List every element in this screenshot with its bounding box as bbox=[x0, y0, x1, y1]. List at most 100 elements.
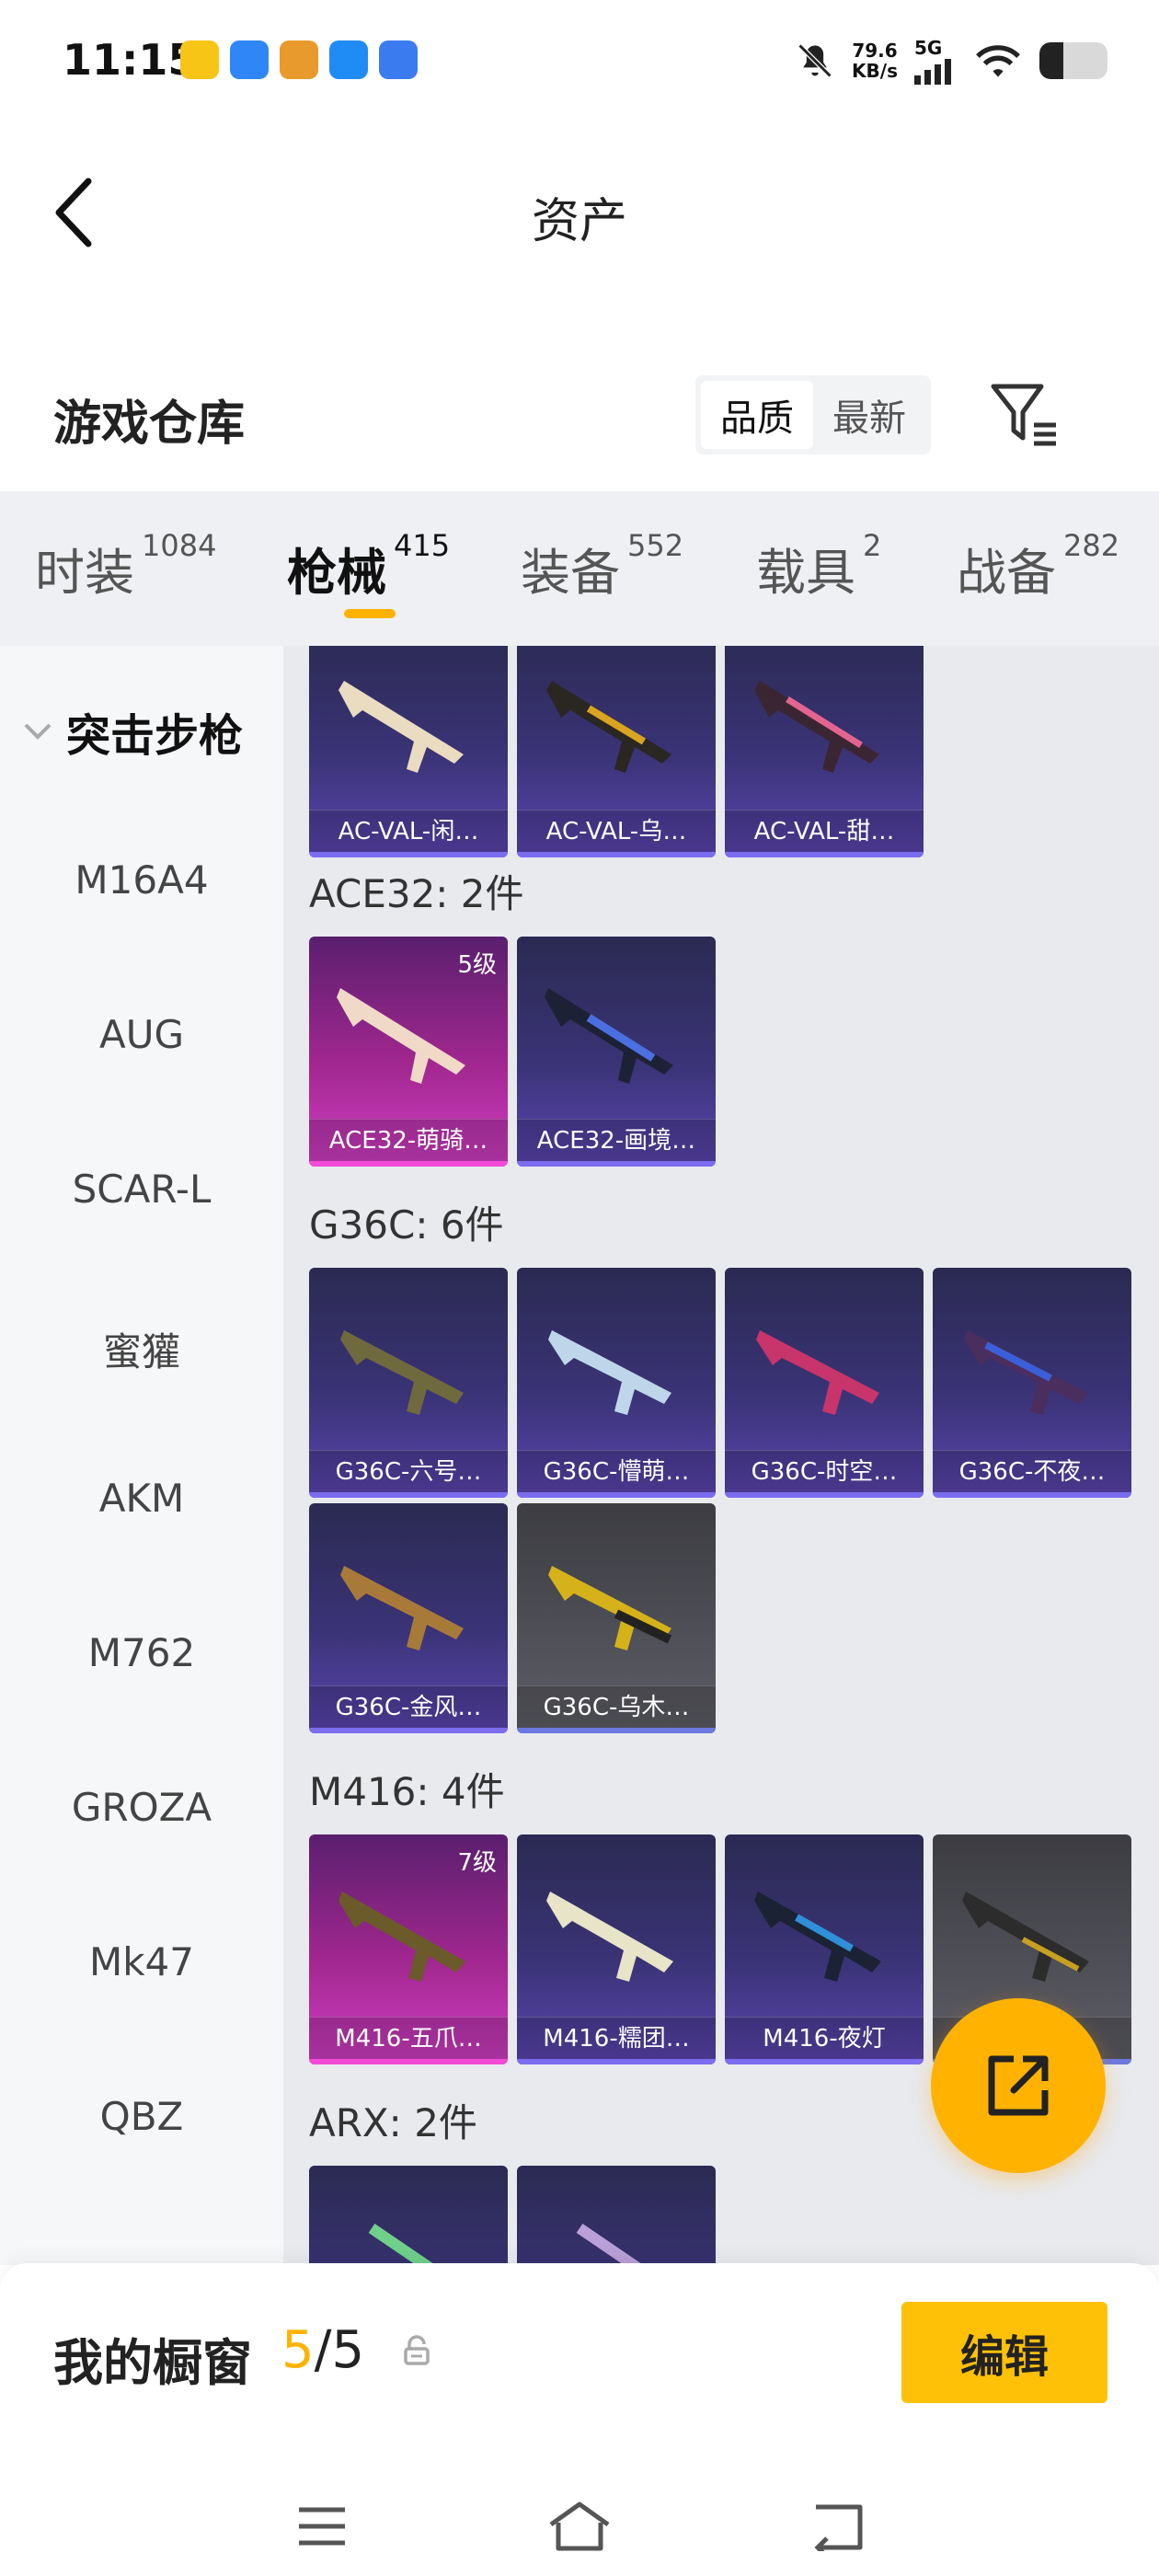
weapon-card-name: G36C-金风… bbox=[309, 1685, 508, 1728]
status-time: 11:15 bbox=[63, 35, 198, 85]
sort-option-quality[interactable]: 品质 bbox=[701, 381, 813, 449]
filter-button[interactable] bbox=[988, 377, 1061, 451]
rifle-icon bbox=[340, 1330, 464, 1415]
share-icon bbox=[988, 2055, 1049, 2116]
rifle-icon bbox=[368, 2224, 436, 2265]
menu-nav-button[interactable] bbox=[289, 2497, 355, 2556]
tab-count: 1084 bbox=[142, 528, 217, 563]
weapon-card[interactable] bbox=[309, 2166, 508, 2265]
menu-icon bbox=[299, 2507, 345, 2546]
tab-label: 载具 bbox=[756, 544, 855, 602]
showcase-title: 我的橱窗 bbox=[53, 2334, 252, 2392]
weapon-card-name: AC-VAL-甜… bbox=[725, 810, 924, 852]
weapon-card-name: M416-夜灯 bbox=[725, 2017, 924, 2059]
page: 11:15 79.6 KB/s 5G 资产 游戏仓库 品质 最新 时装 1084… bbox=[0, 0, 1159, 2576]
weapon-card[interactable]: G36C-时空… bbox=[725, 1268, 924, 1498]
sidebar-item-aug[interactable]: AUG bbox=[0, 1012, 283, 1057]
weapon-card[interactable]: 5级 ACE32-萌骑… bbox=[309, 937, 508, 1167]
sidebar-item-akm[interactable]: AKM bbox=[0, 1476, 283, 1521]
weapon-card[interactable]: G36C-不夜… bbox=[933, 1268, 1131, 1498]
rifle-icon bbox=[964, 1330, 1087, 1415]
home-nav-button[interactable] bbox=[546, 2497, 613, 2556]
category-tabs: 时装 1084 枪械 415 装备 552 载具 2 战备 282 bbox=[0, 491, 1159, 646]
share-fab-button[interactable] bbox=[931, 1998, 1106, 2173]
weapon-card-name: G36C-乌木… bbox=[517, 1685, 716, 1728]
status-bar: 11:15 79.6 KB/s 5G bbox=[0, 0, 1159, 125]
weapon-card-level: 5级 bbox=[457, 951, 497, 979]
weapon-card[interactable]: AC-VAL-闲… bbox=[309, 646, 508, 857]
edit-button[interactable]: 编辑 bbox=[901, 2302, 1107, 2403]
weapon-card[interactable]: ACE32-画境… bbox=[517, 937, 716, 1167]
showcase-panel: 我的橱窗 5/5 编辑 bbox=[0, 2263, 1159, 2576]
tab-label: 战备 bbox=[957, 544, 1056, 602]
back-nav-button[interactable] bbox=[804, 2497, 870, 2556]
rifle-icon bbox=[754, 681, 879, 773]
net-speed: 79.6 KB/s bbox=[852, 40, 898, 81]
net-type: 5G bbox=[914, 37, 943, 59]
app-notification-icon bbox=[379, 40, 418, 79]
weapon-card[interactable]: AC-VAL-甜… bbox=[725, 646, 924, 857]
filter-icon bbox=[991, 384, 1056, 446]
warehouse-row: 游戏仓库 品质 最新 bbox=[0, 368, 1159, 469]
weapon-card[interactable]: AC-VAL-乌… bbox=[517, 646, 716, 857]
chevron-down-icon bbox=[24, 723, 52, 740]
tab-supplies[interactable]: 战备 282 bbox=[957, 528, 1119, 604]
group-title-arx: ARX: 2件 bbox=[309, 2100, 477, 2145]
sidebar-item-m16a4[interactable]: M16A4 bbox=[0, 857, 283, 903]
tab-vehicles[interactable]: 载具 2 bbox=[756, 528, 881, 604]
weapon-card-name: ACE32-画境… bbox=[517, 1119, 716, 1161]
signal-group: 5G bbox=[914, 37, 957, 85]
tab-firearms[interactable]: 枪械 415 bbox=[287, 528, 450, 604]
weapon-card[interactable]: 7级 M416-五爪… bbox=[309, 1834, 508, 2064]
rifle-icon bbox=[548, 1566, 672, 1650]
weapon-card-name: M416-糯团… bbox=[517, 2017, 716, 2059]
notification-icons bbox=[180, 40, 418, 79]
weapon-card[interactable]: G36C-懵萌… bbox=[517, 1268, 716, 1498]
sort-option-newest[interactable]: 最新 bbox=[813, 381, 925, 449]
net-speed-unit: KB/s bbox=[852, 60, 898, 82]
tab-equipment[interactable]: 装备 552 bbox=[521, 528, 683, 604]
rifle-icon bbox=[339, 1892, 465, 1982]
warehouse-title: 游戏仓库 bbox=[53, 397, 246, 452]
tab-fashion[interactable]: 时装 1084 bbox=[35, 528, 216, 604]
weapon-sidebar: 突击步枪 M16A4 AUG SCAR-L 蜜獾 AKM M762 GROZA … bbox=[0, 646, 283, 2265]
status-right: 79.6 KB/s 5G bbox=[795, 37, 1107, 85]
rifle-icon bbox=[576, 2224, 644, 2265]
weapon-card-name: G36C-时空… bbox=[725, 1450, 924, 1492]
sidebar-item-honey-badger[interactable]: 蜜獾 bbox=[0, 1321, 283, 1377]
weapon-card-name: G36C-不夜… bbox=[933, 1450, 1131, 1492]
rifle-icon bbox=[548, 1330, 671, 1415]
weapon-card-name: G36C-懵萌… bbox=[517, 1450, 716, 1492]
active-tab-indicator bbox=[344, 609, 396, 618]
tab-count: 552 bbox=[627, 528, 684, 563]
weapon-card[interactable]: G36C-金风… bbox=[309, 1503, 508, 1733]
wifi-icon bbox=[976, 45, 1020, 77]
tab-count: 2 bbox=[863, 528, 882, 563]
sidebar-item-groza[interactable]: GROZA bbox=[0, 1785, 283, 1830]
weapon-card-name: M416-五爪… bbox=[309, 2017, 508, 2059]
sidebar-item-m762[interactable]: M762 bbox=[0, 1630, 283, 1675]
tab-count: 282 bbox=[1063, 528, 1120, 563]
sidebar-item-scar-l[interactable]: SCAR-L bbox=[0, 1167, 283, 1212]
sidebar-item-mk47[interactable]: Mk47 bbox=[0, 1939, 283, 1984]
weapon-card-name: ACE32-萌骑… bbox=[309, 1119, 508, 1161]
app-notification-icon bbox=[180, 40, 219, 79]
lock-icon bbox=[404, 2335, 430, 2365]
rifle-icon bbox=[337, 988, 465, 1084]
group-title-ace32: ACE32: 2件 bbox=[309, 871, 524, 916]
rifle-icon bbox=[339, 681, 464, 773]
app-notification-icon bbox=[230, 40, 269, 79]
weapon-card[interactable]: G36C-乌木… bbox=[517, 1503, 716, 1733]
sidebar-category-assault-rifle[interactable]: 突击步枪 bbox=[22, 699, 243, 764]
signal-icon bbox=[914, 59, 951, 85]
weapon-card[interactable]: M416-夜灯 bbox=[725, 1834, 924, 2064]
weapon-card[interactable] bbox=[517, 2166, 716, 2265]
sidebar-item-qbz[interactable]: QBZ bbox=[0, 2094, 283, 2139]
showcase-current: 5 bbox=[281, 2320, 315, 2380]
weapon-card[interactable]: M416-糯团… bbox=[517, 1834, 716, 2064]
battery-icon bbox=[1039, 42, 1107, 79]
mute-bell-icon bbox=[798, 43, 832, 78]
weapon-card[interactable]: G36C-六号… bbox=[309, 1268, 508, 1498]
net-speed-value: 79.6 bbox=[852, 40, 898, 62]
sort-toggle: 品质 最新 bbox=[695, 375, 931, 454]
